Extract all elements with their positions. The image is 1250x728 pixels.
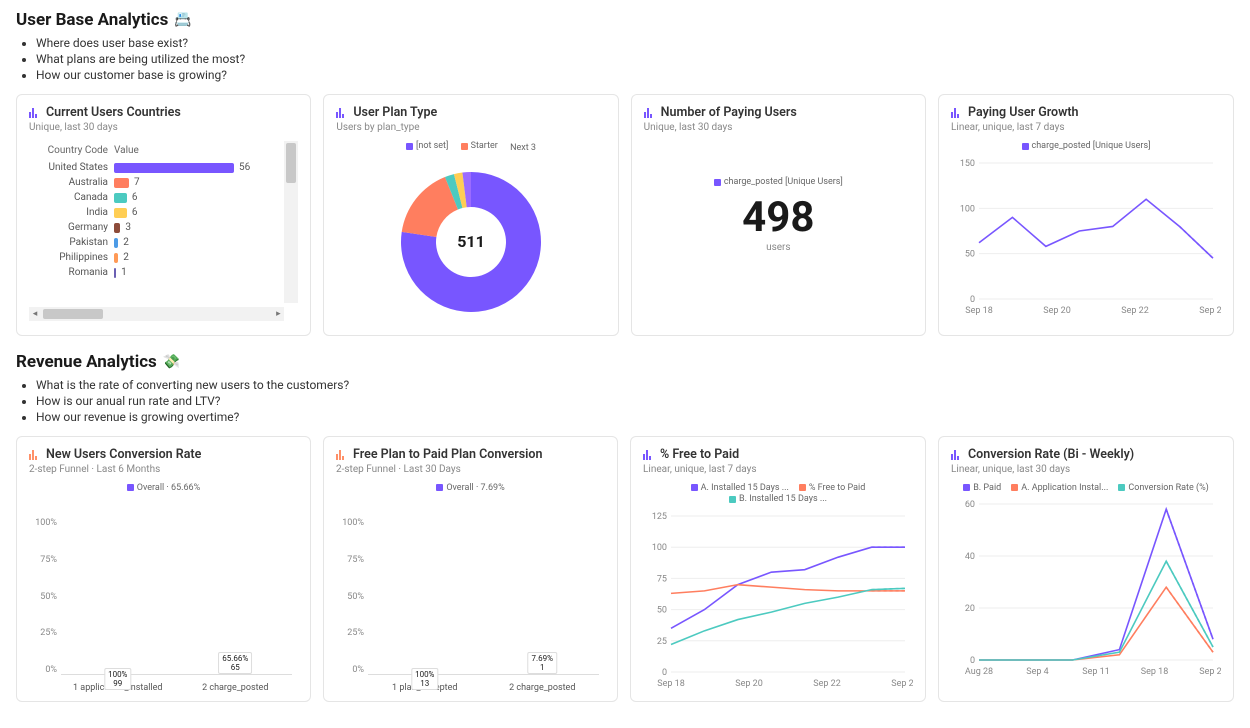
- svg-text:75: 75: [657, 574, 667, 584]
- svg-text:0: 0: [970, 656, 975, 666]
- bar-chart-icon: [644, 107, 655, 118]
- card-paying-users: Number of Paying Users Unique, last 30 d…: [631, 94, 926, 336]
- bar-chart-icon: [951, 107, 962, 118]
- svg-text:150: 150: [960, 159, 975, 169]
- svg-text:60: 60: [965, 500, 975, 510]
- table-row: United States56: [29, 160, 298, 175]
- svg-text:Sep 24: Sep 24: [1199, 306, 1221, 316]
- svg-text:Sep 22: Sep 22: [813, 679, 841, 689]
- card-new-users-conversion: New Users Conversion Rate 2-step Funnel …: [16, 436, 311, 703]
- svg-text:Sep 4: Sep 4: [1026, 667, 1048, 677]
- svg-text:Sep 18: Sep 18: [965, 306, 993, 316]
- scroll-left-icon[interactable]: ◂: [29, 309, 41, 319]
- plan-legend-next[interactable]: Next 3: [510, 143, 536, 153]
- card-plan-type: User Plan Type Users by plan_type [not s…: [323, 94, 618, 336]
- paying-users-value: 498: [644, 193, 913, 242]
- section-revenue-bullets: What is the rate of converting new users…: [36, 378, 1234, 424]
- table-row: Germany3: [29, 220, 298, 235]
- svg-text:0: 0: [970, 295, 975, 305]
- table-row: India6: [29, 205, 298, 220]
- svg-text:Sep 24: Sep 24: [891, 679, 913, 689]
- growth-line-chart: 0 50 100 150 Sep 18 Sep 20 Sep 22 Sep 24: [951, 157, 1221, 317]
- svg-text:100: 100: [960, 204, 975, 214]
- section-user-icon: 📇: [174, 12, 191, 28]
- bar-chart-icon: [951, 449, 962, 460]
- scrollbar-vertical[interactable]: [284, 141, 298, 303]
- svg-text:20: 20: [965, 604, 975, 614]
- bar-chart-icon: [29, 449, 40, 460]
- bar-chart-icon: [643, 449, 654, 460]
- section-revenue-title: Revenue Analytics💸: [16, 352, 1234, 372]
- donut-center-value: 511: [457, 232, 485, 251]
- table-row: Philippines2: [29, 250, 298, 265]
- svg-text:Sep 25: Sep 25: [1199, 667, 1221, 677]
- card-pct-free-to-paid: % Free to Paid Linear, unique, last 7 da…: [630, 436, 926, 703]
- table-row: Romania1: [29, 265, 298, 280]
- biweekly-line-chart: 0 20 40 60 Aug 28 Sep 4 Sep 11 Sep 18 Sep 25: [951, 498, 1221, 678]
- card-countries: Current Users Countries Unique, last 30 …: [16, 94, 311, 336]
- svg-text:Sep 22: Sep 22: [1121, 306, 1149, 316]
- table-row: Australia7: [29, 175, 298, 190]
- svg-text:125: 125: [652, 512, 667, 522]
- bar-chart-icon: [29, 107, 40, 118]
- card-conversion-biweekly: Conversion Rate (Bi - Weekly) Linear, un…: [938, 436, 1234, 703]
- card-free-to-paid-conversion: Free Plan to Paid Plan Conversion 2-step…: [323, 436, 618, 703]
- scroll-right-icon[interactable]: ▸: [272, 309, 284, 319]
- section-user-title: User Base Analytics📇: [16, 10, 1234, 30]
- svg-text:50: 50: [965, 249, 975, 259]
- svg-text:Sep 20: Sep 20: [735, 679, 763, 689]
- card-paying-growth: Paying User Growth Linear, unique, last …: [938, 94, 1234, 336]
- svg-text:Sep 18: Sep 18: [1141, 667, 1169, 677]
- svg-text:Sep 18: Sep 18: [657, 679, 685, 689]
- svg-text:50: 50: [657, 605, 667, 615]
- svg-text:40: 40: [965, 552, 975, 562]
- svg-text:0: 0: [662, 668, 667, 678]
- table-row: Pakistan2: [29, 235, 298, 250]
- free-to-paid-line-chart: 0 25 50 75 100 125 Sep 18 Sep 20 Sep 22 Sep 24: [643, 510, 913, 690]
- svg-text:Aug 28: Aug 28: [965, 667, 993, 677]
- plan-legend: [not set] Starter Next 3: [336, 141, 605, 153]
- svg-text:Sep 20: Sep 20: [1043, 306, 1071, 316]
- svg-text:25: 25: [657, 636, 667, 646]
- section-revenue-icon: 💸: [163, 354, 180, 370]
- table-row: Canada6: [29, 190, 298, 205]
- bar-chart-icon: [336, 107, 347, 118]
- scrollbar-horizontal[interactable]: ◂▸: [29, 307, 284, 321]
- bar-chart-icon: [336, 449, 347, 460]
- svg-text:100: 100: [652, 543, 667, 553]
- svg-text:Sep 11: Sep 11: [1082, 667, 1110, 677]
- section-user-bullets: Where does user base exist? What plans a…: [36, 36, 1234, 82]
